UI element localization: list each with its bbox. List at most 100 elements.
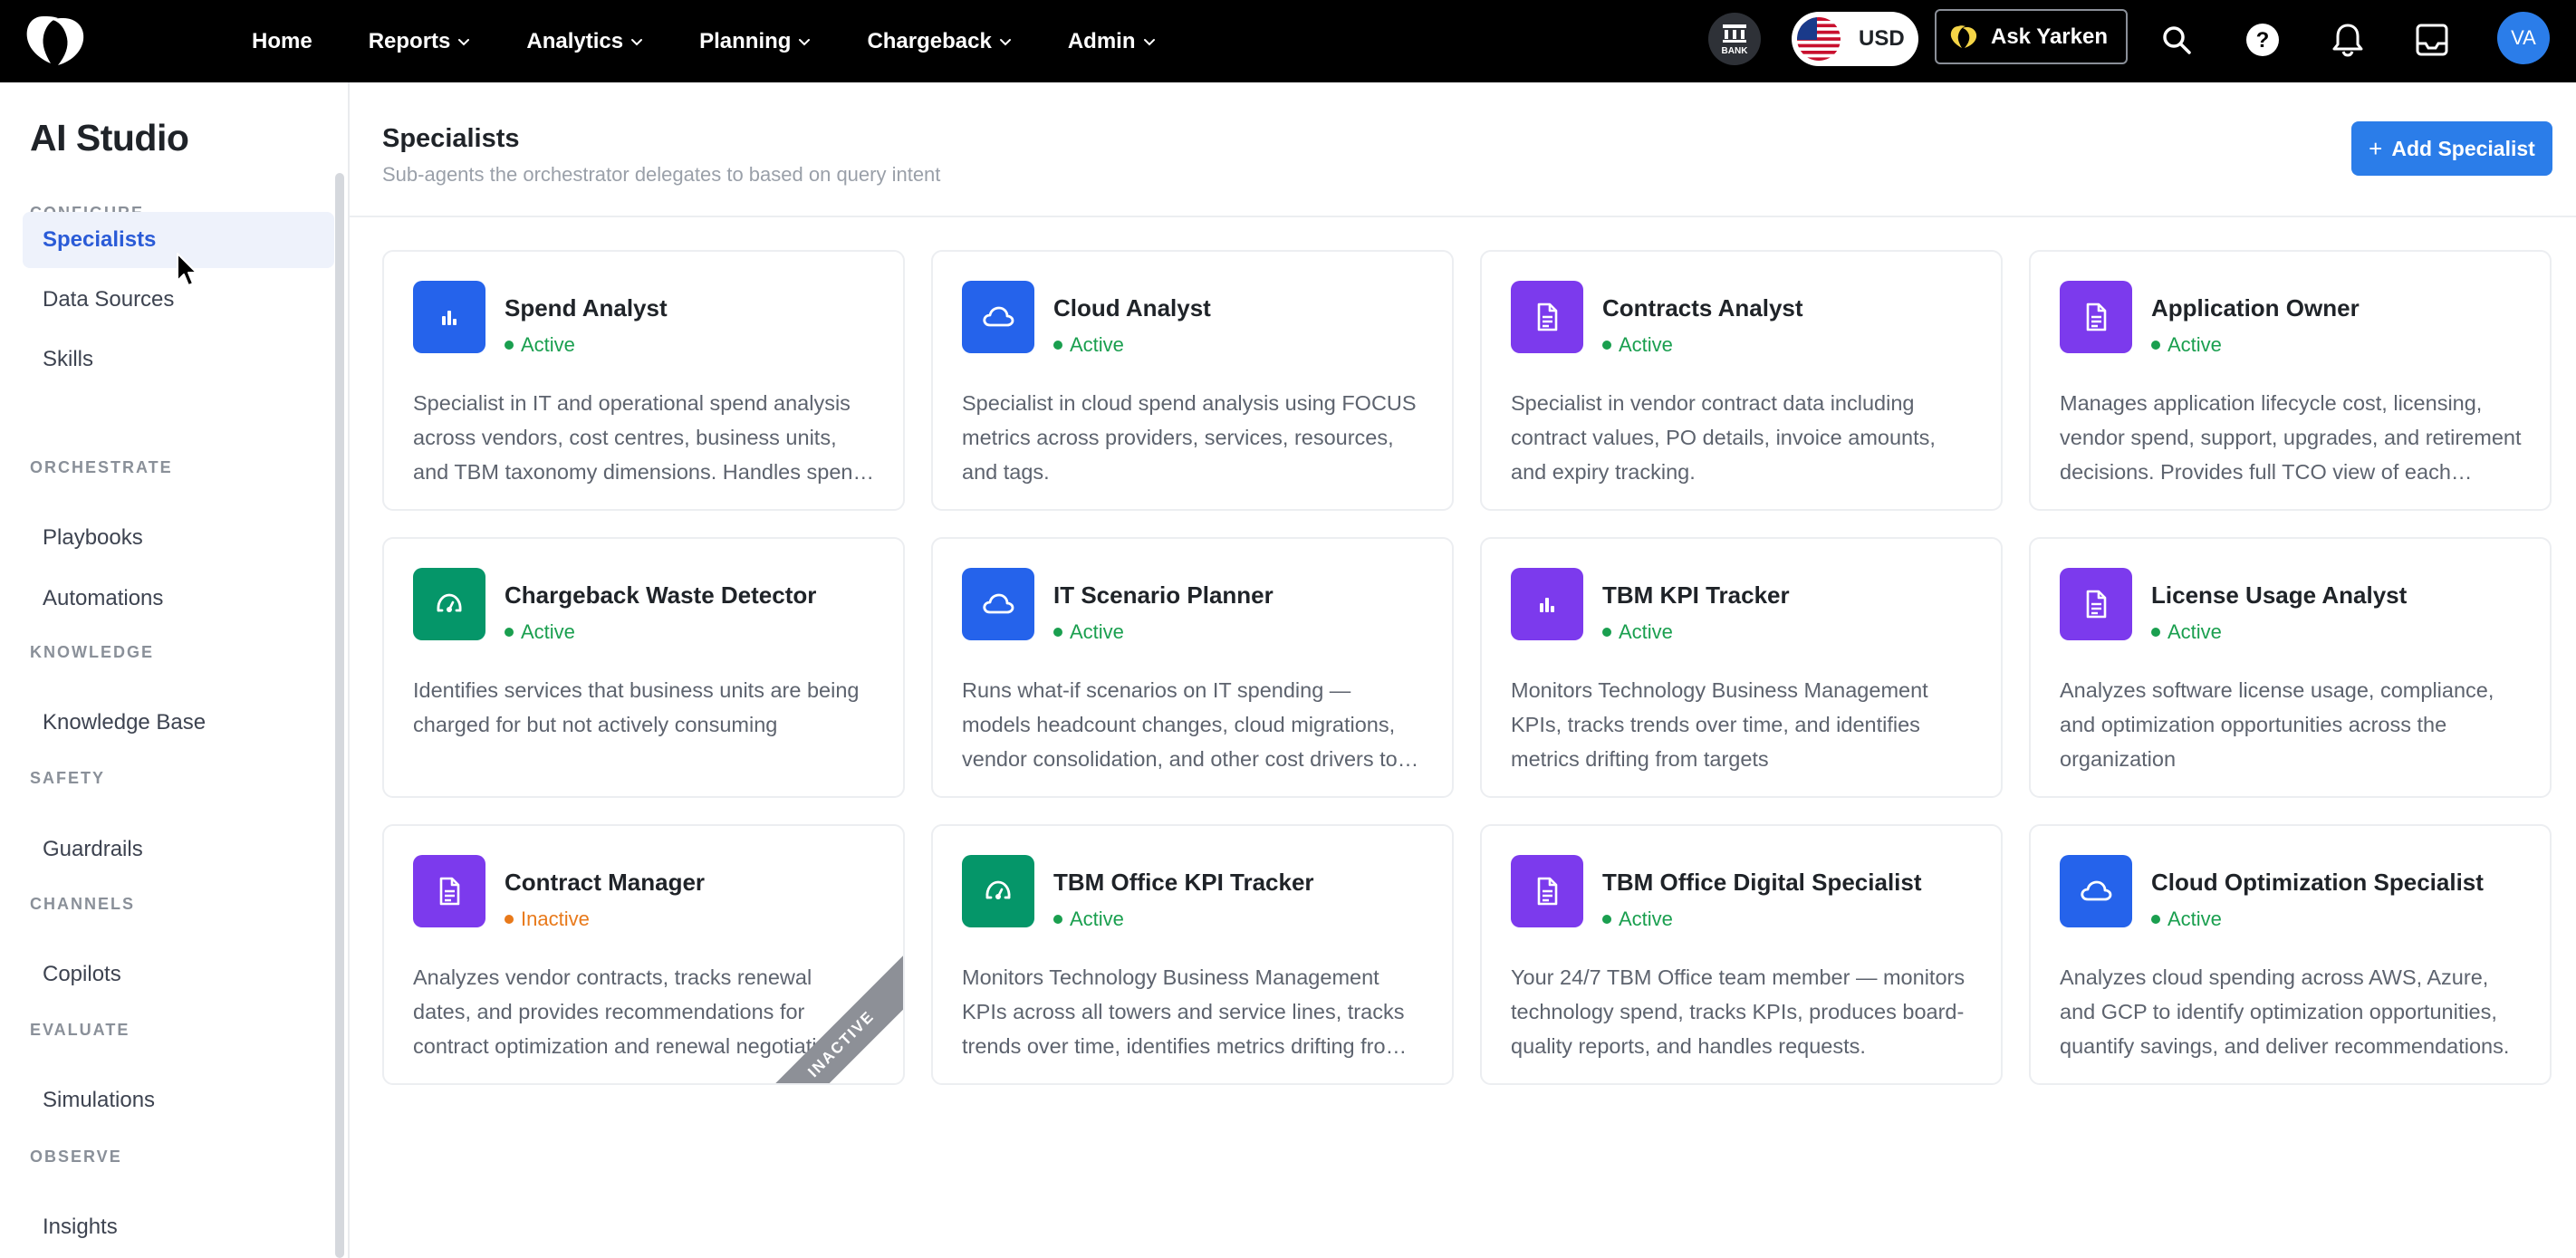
yarken-logo-icon [1950, 24, 1977, 48]
specialist-card-tbm-office-digital-specialist[interactable]: TBM Office Digital Specialist Active Your … [1480, 824, 2003, 1085]
specialist-description: Monitors Technology Business Management … [1511, 678, 1928, 771]
sidebar-item-label: Playbooks [43, 525, 143, 550]
document-icon [2060, 281, 2132, 353]
sidebar-item-label: Guardrails [43, 837, 143, 861]
sidebar-item-label: Automations [43, 586, 164, 610]
nav-item-label: Reports [368, 28, 451, 53]
specialist-description: Your 24/7 TBM Office team member — monit… [1511, 965, 1966, 1058]
specialist-name: Application Owner [2151, 294, 2360, 322]
specialist-description: Specialist in vendor contract data inclu… [1511, 391, 1936, 484]
sidebar-section-channels: CHANNELS [30, 895, 136, 913]
sidebar-item-label: Simulations [43, 1088, 156, 1112]
sidebar-item-skills[interactable]: Skills [23, 331, 334, 388]
specialist-name: TBM Office KPI Tracker [1053, 869, 1314, 896]
inbox-icon[interactable] [2412, 20, 2452, 60]
specialist-card-spend-analyst[interactable]: Spend Analyst Active Specialist in IT and … [382, 250, 905, 511]
status-label: Active [1619, 907, 1673, 930]
help-icon[interactable]: ? [2243, 20, 2283, 60]
nav-item-planning[interactable]: Planning [699, 29, 811, 54]
specialist-name: TBM KPI Tracker [1602, 581, 1790, 609]
specialist-description: Analyzes cloud spending across AWS, Azur… [2060, 965, 2510, 1058]
status-label: Active [521, 333, 575, 356]
specialist-description: Specialist in cloud spend analysis using… [962, 391, 1417, 484]
status-label: Active [1619, 620, 1673, 643]
specialist-description: Identifies services that business units … [413, 678, 860, 736]
sidebar-item-knowledge-base[interactable]: Knowledge Base [23, 695, 334, 751]
sidebar-item-label: Knowledge Base [43, 710, 207, 735]
specialist-name: Contracts Analyst [1602, 294, 1803, 322]
specialist-card-it-scenario-planner[interactable]: IT Scenario Planner Active Runs what-if sc… [931, 537, 1454, 798]
nav-item-analytics[interactable]: Analytics [526, 29, 643, 54]
status-label: Active [2167, 907, 2222, 930]
specialist-card-cloud-analyst[interactable]: Cloud Analyst Active Specialist in cloud s… [931, 250, 1454, 511]
page-subtitle: Sub-agents the orchestrator delegates to… [382, 163, 941, 186]
gauge-icon [962, 855, 1034, 927]
top-nav: Home Reports Analytics Planning Chargeback Ad… [0, 0, 2576, 82]
document-icon [1511, 855, 1583, 927]
nav-item-label: Home [252, 28, 312, 53]
status-badge: Active [2151, 620, 2222, 644]
sidebar-section-orchestrate: ORCHESTRATE [30, 458, 173, 476]
specialist-description: Analyzes vendor contracts, tracks renewa… [413, 965, 857, 1058]
sidebar: AI Studio CONFIGURESpecialistsData Sourc… [0, 82, 350, 1258]
sidebar-item-label: Insights [43, 1215, 118, 1239]
nav-item-label: Chargeback [867, 28, 992, 53]
specialist-card-license-usage-analyst[interactable]: License Usage Analyst Active Analyzes soft… [2029, 537, 2552, 798]
main-content: Specialists Sub-agents the orchestrator … [350, 82, 2576, 1258]
sidebar-section-knowledge: KNOWLEDGE [30, 643, 154, 661]
specialist-card-contract-manager[interactable]: Contract Manager Inactive Analyzes vendor … [382, 824, 905, 1085]
specialists-grid: Spend Analyst Active Specialist in IT and … [382, 250, 2552, 1085]
sidebar-item-automations[interactable]: Automations [23, 571, 334, 627]
specialist-card-cloud-optimization-specialist[interactable]: Cloud Optimization Specialist Active Analy… [2029, 824, 2552, 1085]
add-specialist-button[interactable]: + Add Specialist [2351, 121, 2552, 176]
specialist-name: Chargeback Waste Detector [505, 581, 817, 609]
specialist-card-chargeback-waste-detector[interactable]: Chargeback Waste Detector Active Identifie… [382, 537, 905, 798]
bar-chart-icon [413, 281, 485, 353]
status-dot-icon [505, 341, 514, 350]
us-flag-icon [1797, 17, 1841, 61]
status-dot-icon [1053, 915, 1062, 924]
sidebar-item-label: Data Sources [43, 287, 175, 312]
notifications-bell-icon[interactable] [2328, 20, 2368, 60]
sidebar-section-observe: OBSERVE [30, 1148, 122, 1166]
page-title: Specialists [382, 124, 520, 153]
sidebar-item-guardrails[interactable]: Guardrails [23, 821, 334, 878]
sidebar-item-insights[interactable]: Insights [23, 1199, 334, 1255]
nav-item-admin[interactable]: Admin [1068, 29, 1156, 54]
status-dot-icon [1053, 628, 1062, 637]
specialist-name: Cloud Analyst [1053, 294, 1211, 322]
sidebar-item-label: Copilots [43, 962, 121, 986]
specialist-card-contracts-analyst[interactable]: Contracts Analyst Active Specialist in ven… [1480, 250, 2003, 511]
user-avatar[interactable]: VA [2497, 12, 2550, 64]
nav-item-reports[interactable]: Reports [369, 29, 471, 54]
bar-chart-icon [1511, 568, 1583, 640]
currency-selector[interactable]: USD [1792, 12, 1918, 66]
sidebar-scrollbar[interactable] [335, 173, 344, 1258]
status-label: Active [1070, 333, 1124, 356]
sidebar-item-playbooks[interactable]: Playbooks [23, 510, 334, 566]
sidebar-item-simulations[interactable]: Simulations [23, 1072, 334, 1128]
nav-item-home[interactable]: Home [252, 29, 312, 54]
status-dot-icon [2151, 628, 2160, 637]
cloud-icon [962, 568, 1034, 640]
specialist-description: Manages application lifecycle cost, lice… [2060, 391, 2522, 484]
status-dot-icon [2151, 341, 2160, 350]
bank-badge[interactable]: BANK [1708, 13, 1761, 65]
search-icon[interactable] [2157, 20, 2196, 60]
sidebar-item-copilots[interactable]: Copilots [23, 946, 334, 1003]
app-logo-icon[interactable] [24, 13, 87, 69]
specialist-card-tbm-office-kpi-tracker[interactable]: TBM Office KPI Tracker Active Monitors Tec… [931, 824, 1454, 1085]
specialist-description: Monitors Technology Business Management … [962, 965, 1405, 1058]
page-header: Specialists Sub-agents the orchestrator … [350, 82, 2576, 217]
specialist-description: Runs what-if scenarios on IT spending — … [962, 678, 1398, 771]
nav-item-chargeback[interactable]: Chargeback [867, 29, 1011, 54]
specialist-card-application-owner[interactable]: Application Owner Active Manages applicati… [2029, 250, 2552, 511]
specialist-name: License Usage Analyst [2151, 581, 2408, 609]
sidebar-section-safety: SAFETY [30, 769, 106, 787]
add-specialist-label: Add Specialist [2391, 136, 2535, 160]
status-label: Active [2167, 333, 2222, 356]
ask-yarken-button[interactable]: Ask Yarken [1935, 9, 2128, 64]
specialist-card-tbm-kpi-tracker[interactable]: TBM KPI Tracker Active Monitors Technology… [1480, 537, 2003, 798]
status-dot-icon [1053, 341, 1062, 350]
currency-label: USD [1859, 26, 1905, 51]
